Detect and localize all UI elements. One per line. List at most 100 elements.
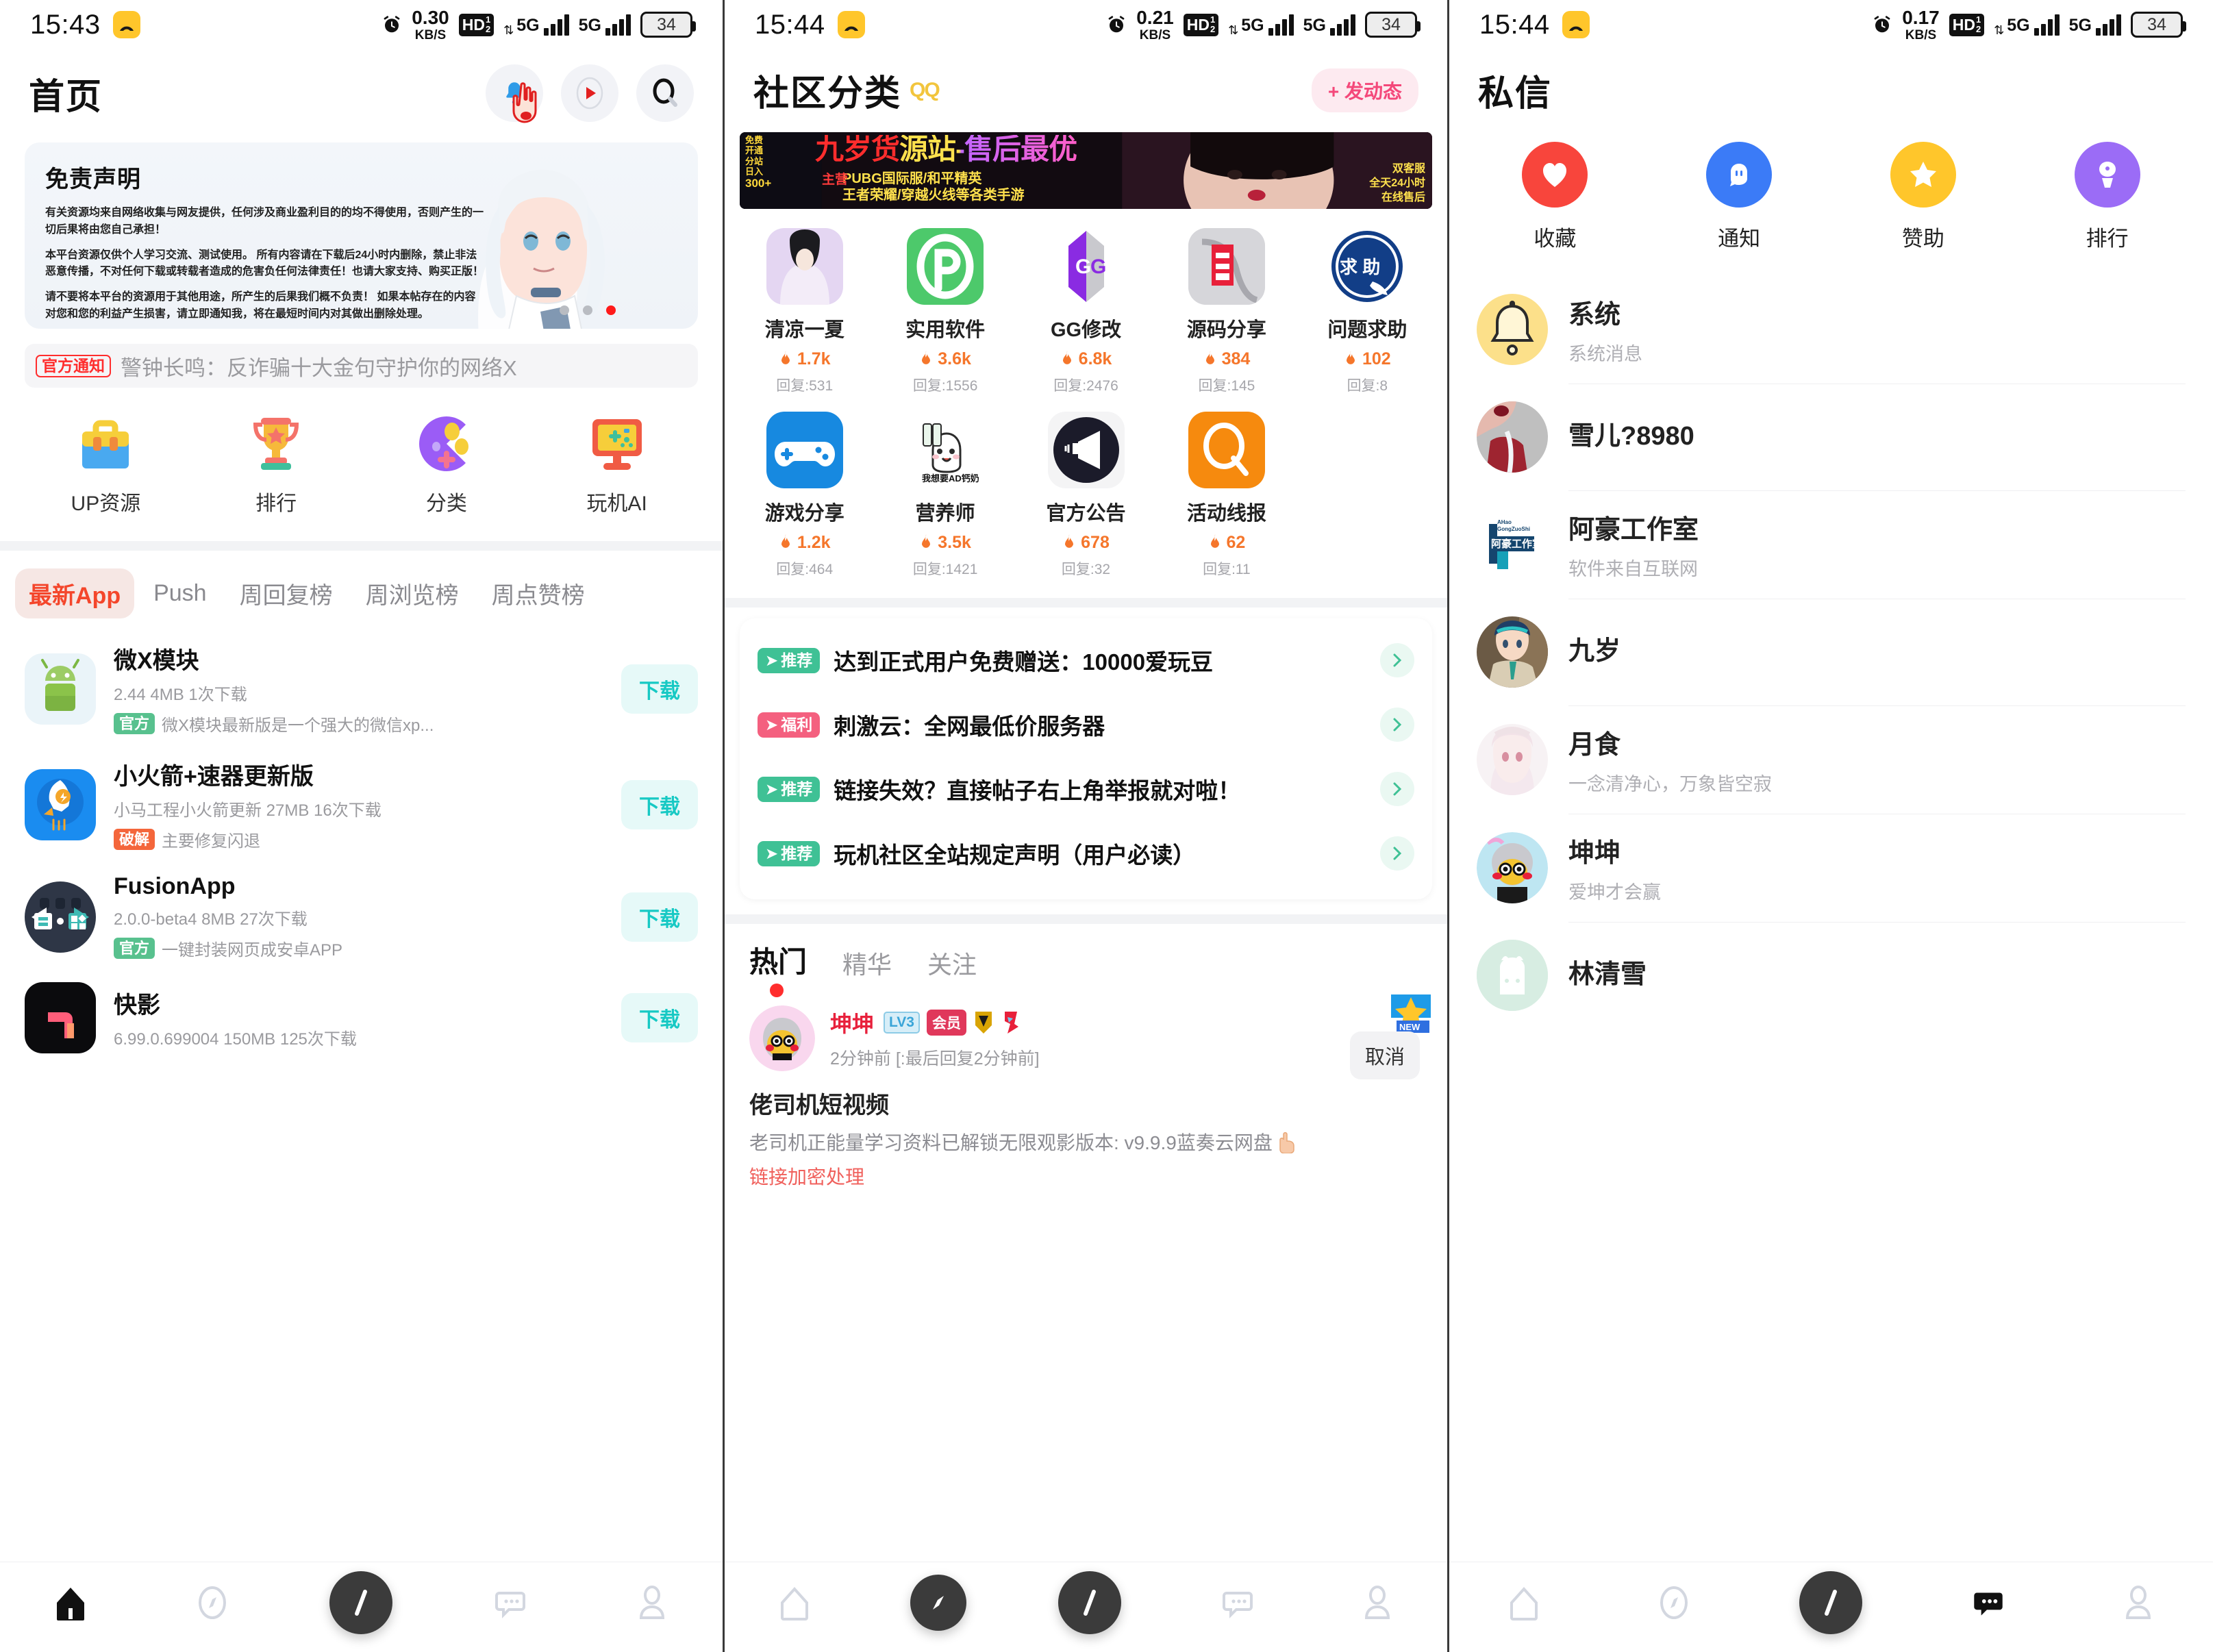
tab-latest-app[interactable]: 最新App xyxy=(15,568,135,618)
list-item[interactable]: 系统 系统消息 xyxy=(1477,275,2186,384)
promo-banner[interactable]: 免费 开通 分站 日入 300+ 九岁货源站-售后最优 PUBG国际服/和平精英… xyxy=(740,132,1432,209)
ahao-studio-avatar: 阿豪工作室 AHao GongZuoShi xyxy=(1477,509,1548,580)
category-item[interactable]: 实用软件 3.6k 回复:1556 xyxy=(875,221,1015,405)
category-item[interactable]: 源码分享 384 回复:145 xyxy=(1156,221,1297,405)
nav-home-button[interactable] xyxy=(771,1579,818,1627)
announcement-row[interactable]: ➤ 推荐 玩机社区全站规定声明（用户必读） xyxy=(758,821,1414,886)
notification-bell-button[interactable] xyxy=(486,64,543,123)
search-button[interactable] xyxy=(636,64,694,122)
app-list-item[interactable]: FusionApp 2.0.0-beta4 8MB 27次下载 官方 一键封装网… xyxy=(25,862,698,971)
subtab-following[interactable]: 关注 xyxy=(927,945,977,988)
nav-discover-button[interactable] xyxy=(188,1579,236,1627)
battery-icon: 34 xyxy=(2131,12,2186,38)
carousel-dots[interactable] xyxy=(560,305,616,315)
svg-text:AHao: AHao xyxy=(1497,519,1512,525)
category-grid: 清凉一夏 1.7k 回复:531 实用软件 3.6k 回复:1556 G G G… xyxy=(725,209,1447,592)
disclaimer-card[interactable]: 免责声明 有关资源均来自网络收集与网友提供，任何涉及商业盈利目的的均不得使用，否… xyxy=(25,142,698,329)
announcement-row[interactable]: ➤ 推荐 链接失效？直接帖子右上角举报就对啦！ xyxy=(758,757,1414,821)
announcement-row[interactable]: ➤ 福利 刺激云：全网最低价服务器 xyxy=(758,692,1414,757)
video-play-button[interactable] xyxy=(561,64,618,122)
message-name: 雪儿?8980 xyxy=(1568,421,1694,451)
list-item[interactable]: 林清雪 xyxy=(1477,922,2186,1029)
carousel-dot-1[interactable] xyxy=(560,305,569,315)
app-list-item[interactable]: 微X模块 2.44 4MB 1次下载 官方 微X模块最新版是一个强大的微信xp.… xyxy=(25,631,698,747)
avatar[interactable] xyxy=(749,1005,815,1071)
nav-discover-button[interactable] xyxy=(1650,1579,1698,1627)
network-type-1: 5G xyxy=(2007,15,2030,35)
message-quick-actions: 收藏 通知 赞助 排行 xyxy=(1449,123,2213,259)
category-item[interactable]: 清凉一夏 1.7k 回复:531 xyxy=(734,221,875,405)
nav-message-button[interactable] xyxy=(486,1579,534,1627)
quick-action-ranking[interactable]: 排行 xyxy=(2015,142,2199,252)
download-button[interactable]: 下载 xyxy=(621,892,698,942)
announcement-row[interactable]: ➤ 推荐 达到正式用户免费赠送：10000爱玩豆 xyxy=(758,628,1414,692)
nav-profile-button[interactable] xyxy=(1353,1579,1401,1627)
quick-action-ai[interactable]: 玩机AI xyxy=(531,411,702,516)
nav-profile-button[interactable] xyxy=(628,1579,676,1627)
nav-center-button[interactable] xyxy=(1058,1570,1122,1634)
nav-home-button[interactable] xyxy=(47,1579,95,1627)
app-list-item[interactable]: 小火箭+速器更新版 小马工程小火箭更新 27MB 16次下载 破解 主要修复闪退… xyxy=(25,747,698,862)
nav-message-button-active[interactable] xyxy=(1964,1579,2012,1627)
quick-action-up-resources[interactable]: UP资源 xyxy=(21,411,191,516)
cancel-button[interactable]: 取消 xyxy=(1349,1031,1420,1079)
subtab-hot[interactable]: 热门 xyxy=(749,939,807,997)
download-button[interactable]: 下载 xyxy=(621,779,698,829)
pin-icon: ➤ xyxy=(765,651,779,669)
quick-action-label: 赞助 xyxy=(1901,227,1944,251)
category-item[interactable]: GG GG修改 6.8k 回复:2476 xyxy=(1016,221,1156,405)
signal-group-1: ⇅ 5G xyxy=(1228,14,1294,36)
announcement-card: ➤ 推荐 达到正式用户免费赠送：10000爱玩豆 ➤ 福利 刺激云：全网最低价服务器… xyxy=(740,618,1432,899)
quick-action-sponsor[interactable]: 赞助 xyxy=(1831,142,2016,252)
app-list-item[interactable]: 快影 6.99.0.699004 150MB 125次下载 下载 xyxy=(25,971,698,1064)
nav-center-button[interactable] xyxy=(329,1570,393,1634)
quick-action-category[interactable]: 分类 xyxy=(362,411,532,516)
chevron-right-icon[interactable] xyxy=(1380,643,1414,677)
list-item[interactable]: 月食 一念清净心，万象皆空寂 xyxy=(1477,705,2186,814)
tab-weekly-like[interactable]: 周点赞榜 xyxy=(478,568,599,618)
tab-weekly-reply[interactable]: 周回复榜 xyxy=(226,568,347,618)
list-item[interactable]: 九岁 xyxy=(1477,599,2186,705)
hd-sim-numbers: 12 xyxy=(1976,15,1981,34)
download-button[interactable]: 下载 xyxy=(621,664,698,714)
battery-icon: 34 xyxy=(1365,12,1421,38)
category-item[interactable]: 活动线报 62 回复:11 xyxy=(1156,405,1297,588)
subtab-essence[interactable]: 精华 xyxy=(842,945,892,988)
quick-action-notifications[interactable]: 通知 xyxy=(1647,142,1831,252)
center-slash-icon xyxy=(1084,1589,1097,1616)
hd-sub1: 1 xyxy=(1975,14,1981,25)
nav-profile-button[interactable] xyxy=(2114,1579,2162,1627)
carousel-dot-2[interactable] xyxy=(583,305,592,315)
nav-message-button[interactable] xyxy=(1214,1579,1262,1627)
speed-unit: KB/S xyxy=(1905,27,1937,42)
list-item[interactable]: 雪儿?8980 xyxy=(1477,384,2186,490)
download-button[interactable]: 下载 xyxy=(621,993,698,1042)
category-item[interactable]: 官方公告 678 回复:32 xyxy=(1016,405,1156,588)
list-item[interactable]: 坤坤 爱坤才会赢 xyxy=(1477,814,2186,922)
category-item[interactable]: 游戏分享 1.2k 回复:464 xyxy=(734,405,875,588)
home-header: 首页 xyxy=(0,49,723,129)
quick-action-favorites[interactable]: 收藏 xyxy=(1463,142,1647,252)
category-reply: 回复:531 xyxy=(776,378,834,394)
quick-action-ranking[interactable]: 排行 xyxy=(191,411,362,516)
official-notice-bar[interactable]: 官方通知 警钟长鸣：反诈骗十大金句守护你的网络X xyxy=(25,344,698,388)
post-dynamic-button[interactable]: + 发动态 xyxy=(1311,68,1418,112)
post-link[interactable]: 链接加密处理 xyxy=(749,1162,1423,1190)
post-card[interactable]: NEW 坤坤 LV3 会员 2分钟前 [:最后回复2分钟前] 取消 佬司机短视频… xyxy=(725,988,1447,1190)
category-item[interactable]: 我想要AD钙奶 营养师 3.5k 回复:1421 xyxy=(875,405,1015,588)
carousel-dot-3-active[interactable] xyxy=(606,305,616,315)
category-item[interactable]: 求 助 问题求助 102 回复:8 xyxy=(1297,221,1438,405)
tab-push[interactable]: Push xyxy=(140,572,221,615)
list-item[interactable]: 阿豪工作室 AHao GongZuoShi 阿豪工作室 软件来自互联网 xyxy=(1477,490,2186,599)
nav-discover-button-active[interactable] xyxy=(910,1574,967,1631)
nav-home-button[interactable] xyxy=(1500,1579,1548,1627)
category-name: GG修改 xyxy=(1050,319,1122,341)
page-title: 首页 xyxy=(29,77,103,117)
announcement-tag-label: 福利 xyxy=(781,715,813,734)
chevron-right-icon[interactable] xyxy=(1380,708,1414,742)
nav-center-button[interactable] xyxy=(1799,1570,1863,1634)
message-icon xyxy=(1974,1592,2003,1616)
tab-weekly-view[interactable]: 周浏览榜 xyxy=(352,568,473,618)
chevron-right-icon[interactable] xyxy=(1380,836,1414,871)
chevron-right-icon[interactable] xyxy=(1380,772,1414,806)
